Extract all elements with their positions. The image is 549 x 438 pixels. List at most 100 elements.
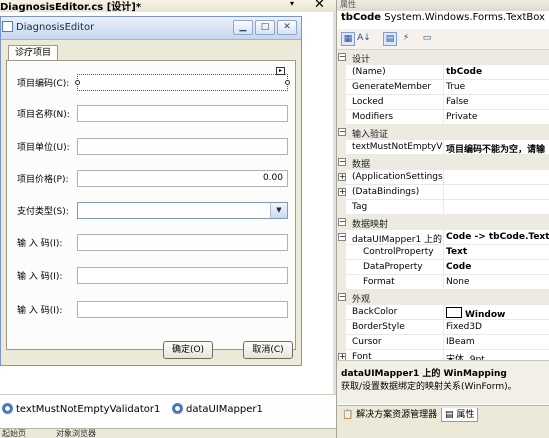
property-name: Tag — [352, 202, 368, 212]
tbCode-textbox[interactable] — [77, 74, 288, 91]
property-pages-icon[interactable]: ▭ — [420, 32, 434, 46]
property-value-text: tbCode — [446, 67, 483, 77]
tab-properties[interactable]: ▤ 属性 — [441, 408, 479, 422]
ok-button[interactable]: 确定(O) — [163, 341, 213, 359]
events-icon[interactable]: ⚡ — [399, 32, 413, 46]
tab-solution-explorer-label: 解决方案资源管理器 — [356, 410, 438, 420]
property-value[interactable]: tbCode — [446, 67, 549, 77]
cancel-button[interactable]: 取消(C) — [243, 341, 293, 359]
property-value-text: True — [446, 82, 466, 92]
label-input-code-3: 输 入 码(I): — [17, 306, 63, 316]
alphabetical-icon[interactable]: A↓ — [357, 32, 371, 46]
property-row[interactable]: + (ApplicationSettings) — [337, 170, 549, 185]
property-row[interactable]: BorderStyle Fixed3D — [337, 320, 549, 335]
property-value-text: False — [446, 97, 469, 107]
property-row[interactable]: Tag — [337, 200, 549, 215]
property-category[interactable]: − 数据 — [337, 155, 549, 170]
property-row[interactable]: GenerateMember True — [337, 80, 549, 95]
property-row[interactable]: − dataUIMapper1 上的 Code -> tbCode.Text — [337, 230, 549, 245]
expand-icon[interactable]: + — [338, 173, 346, 181]
form-window[interactable]: DiagnosisEditor ▁ □ ✕ 诊疗项目 项目编码(C): ▸ 项目… — [0, 16, 302, 366]
property-name: Modifiers — [352, 112, 394, 122]
row-gutter — [337, 335, 346, 350]
form-titlebar: DiagnosisEditor ▁ □ ✕ — [1, 17, 301, 40]
column-separator — [443, 65, 444, 80]
property-category[interactable]: − 设计 — [337, 50, 549, 65]
property-name: BorderStyle — [352, 322, 405, 332]
property-value[interactable]: None — [446, 277, 549, 287]
row-gutter — [337, 110, 346, 125]
property-grid[interactable]: − 设计 (Name) tbCode GenerateMember True Locked F… — [337, 50, 549, 365]
property-row[interactable]: Modifiers Private — [337, 110, 549, 125]
object-type: System.Windows.Forms.TextBox — [384, 12, 545, 23]
property-value[interactable]: IBeam — [446, 337, 549, 347]
properties-header: 属性 — [340, 0, 356, 9]
collapse-icon[interactable]: − — [338, 158, 346, 166]
property-category[interactable]: − 数据映射 — [337, 215, 549, 230]
collapse-icon[interactable]: − — [338, 293, 346, 301]
tab-dropdown-icon[interactable]: ▾ — [290, 0, 294, 8]
categorized-icon[interactable]: ▦ — [341, 32, 355, 46]
form-title: DiagnosisEditor — [16, 22, 95, 33]
chevron-down-icon[interactable]: ▼ — [270, 203, 287, 218]
property-row[interactable]: ControlProperty Text — [337, 245, 549, 260]
label-project-price: 项目价格(P): — [17, 175, 69, 185]
column-separator — [443, 95, 444, 110]
validator-component[interactable]: textMustNotEmptyValidator1 — [2, 403, 160, 415]
properties-icon[interactable]: ▤ — [383, 32, 397, 46]
label-input-code-2: 输 入 码(I): — [17, 272, 63, 282]
property-value[interactable]: Text — [446, 247, 549, 257]
property-value[interactable]: Fixed3D — [446, 322, 549, 332]
property-row[interactable]: Cursor IBeam — [337, 335, 549, 350]
property-row[interactable]: Format None — [337, 275, 549, 290]
component-gear-icon — [172, 403, 183, 414]
mapper-component[interactable]: dataUIMapper1 — [172, 403, 263, 415]
property-value[interactable]: Code -> tbCode.Text — [446, 232, 549, 242]
payment-type-combobox[interactable]: ▼ — [77, 202, 288, 219]
expand-icon[interactable]: + — [338, 188, 346, 196]
input-code-textbox-1[interactable] — [77, 234, 288, 251]
property-value[interactable]: False — [446, 97, 549, 107]
resize-handle-right[interactable] — [285, 80, 290, 85]
project-unit-textbox[interactable] — [77, 138, 288, 155]
close-document-icon[interactable]: ✕ — [314, 0, 325, 12]
resize-handle-left[interactable] — [75, 80, 80, 85]
input-code-textbox-3[interactable] — [77, 301, 288, 318]
column-separator — [443, 275, 444, 290]
input-code-textbox-2[interactable] — [77, 267, 288, 284]
collapse-icon[interactable]: − — [338, 53, 346, 61]
property-row[interactable]: textMustNotEmptyV 项目编码不能为空，请输 — [337, 140, 549, 155]
property-row[interactable]: BackColor Window — [337, 305, 549, 320]
property-row[interactable]: Locked False — [337, 95, 549, 110]
project-name-textbox[interactable] — [77, 105, 288, 122]
property-name: 数据映射 — [352, 220, 389, 230]
tab-diagnosis-items[interactable]: 诊疗项目 — [8, 45, 58, 61]
collapse-icon[interactable]: − — [338, 218, 346, 226]
property-row[interactable]: + (DataBindings) — [337, 185, 549, 200]
tab-start-page[interactable]: 起始页 — [2, 428, 26, 438]
collapse-icon[interactable]: − — [338, 233, 346, 241]
smart-tag-icon[interactable]: ▸ — [276, 67, 285, 75]
row-gutter — [337, 95, 346, 110]
form-close-button: ✕ — [277, 20, 297, 35]
property-row[interactable]: DataProperty Code — [337, 260, 549, 275]
property-value[interactable]: Private — [446, 112, 549, 122]
property-category[interactable]: − 输入验证 — [337, 125, 549, 140]
property-row[interactable]: (Name) tbCode — [337, 65, 549, 80]
mapper-component-label: dataUIMapper1 — [186, 404, 263, 415]
column-separator — [443, 110, 444, 125]
description-title: dataUIMapper1 上的 WinMapping — [341, 369, 507, 379]
property-name: textMustNotEmptyV — [352, 142, 443, 152]
tab-object-browser[interactable]: 对象浏览器 — [56, 428, 96, 438]
project-price-textbox[interactable]: 0.00 — [77, 170, 288, 187]
object-selector[interactable]: tbCode System.Windows.Forms.TextBox — [341, 12, 545, 23]
property-value[interactable]: Code — [446, 262, 549, 272]
property-category[interactable]: − 外观 — [337, 290, 549, 305]
collapse-icon[interactable]: − — [338, 128, 346, 136]
tab-solution-explorer[interactable]: 📋 解决方案资源管理器 — [339, 408, 440, 422]
property-value-text: Code — [446, 262, 472, 272]
property-value[interactable]: True — [446, 82, 549, 92]
row-gutter — [337, 140, 346, 155]
label-project-unit: 项目单位(U): — [17, 143, 70, 153]
tab-panel[interactable]: 项目编码(C): ▸ 项目名称(N): 项目单位(U): 项目价格(P): 0.… — [6, 60, 296, 350]
